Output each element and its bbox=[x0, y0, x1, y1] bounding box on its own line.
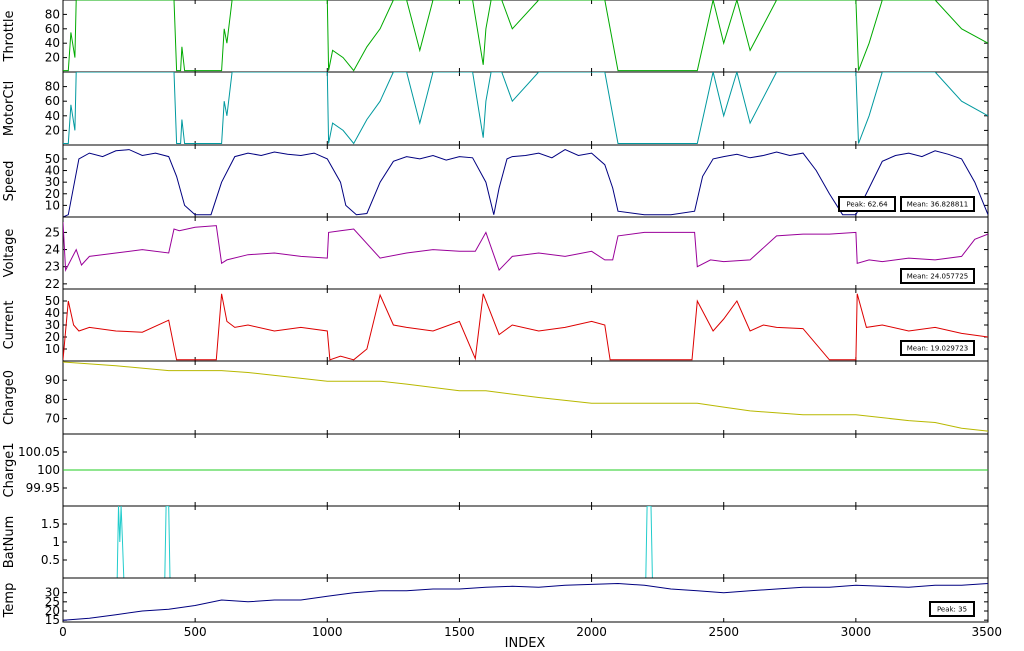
y-tick-label: 60 bbox=[45, 22, 60, 36]
panel-current: 1020304050 Current Mean: 19.029723 bbox=[2, 288, 989, 362]
y-tick-label: 80 bbox=[45, 80, 60, 94]
y-axis-label: Voltage bbox=[2, 229, 17, 278]
y-tick-label: 100 bbox=[37, 463, 60, 477]
y-axis-label: Temp bbox=[2, 583, 17, 619]
stat-box: Mean: 19.029723 bbox=[900, 340, 975, 356]
series-line-current bbox=[63, 293, 988, 361]
panel-motorctl: 20406080 MotorCtl bbox=[2, 71, 989, 146]
y-tick-label: 1.5 bbox=[41, 517, 60, 531]
y-tick-label: 40 bbox=[45, 36, 60, 50]
x-tick-label: 0 bbox=[59, 625, 67, 639]
panel-throttle: 20406080 Throttle bbox=[2, 0, 989, 73]
panel-frame bbox=[62, 0, 989, 73]
x-axis-label: INDEX bbox=[505, 636, 546, 651]
stat-box: Mean: 24.057725 bbox=[900, 268, 975, 284]
y-tick-label: 1 bbox=[52, 535, 60, 549]
y-tick-label: 24 bbox=[45, 243, 60, 257]
panel-charge0: 70 80 90 Charge0 bbox=[2, 360, 989, 435]
y-tick-label: 10 bbox=[45, 342, 60, 356]
x-tick-label: 2500 bbox=[708, 625, 739, 639]
panel-charge1: 99.95 100 100.05Charge1 bbox=[2, 433, 989, 507]
panel-voltage: 22 23 24 25 Voltage Mean: 24.057725 bbox=[2, 216, 989, 291]
x-tick-label: 3000 bbox=[841, 625, 872, 639]
series-line-charge0 bbox=[63, 361, 988, 432]
stat-box: Peak: 62.64 bbox=[838, 196, 896, 212]
stat-label: Mean: 36.828811 bbox=[907, 201, 969, 209]
panel-frame bbox=[62, 360, 989, 435]
stat-label: Peak: 62.64 bbox=[846, 201, 888, 209]
stat-label: Peak: 35 bbox=[937, 606, 967, 614]
x-tick-label: 1500 bbox=[444, 625, 475, 639]
y-tick-label: 20 bbox=[45, 123, 60, 137]
x-tick-label: 3500 bbox=[971, 625, 1002, 639]
x-tick-label: 2000 bbox=[576, 625, 607, 639]
series-line-temp bbox=[63, 582, 988, 621]
y-axis-label: MotorCtl bbox=[2, 81, 17, 136]
y-axis-label: Throttle bbox=[2, 11, 17, 63]
y-tick-label: 80 bbox=[45, 7, 60, 21]
panel-speed: 1020304050SpeedMean: 36.828811Peak: 62.6… bbox=[2, 144, 989, 218]
panel-temp: 15202530Temp Peak: 35 bbox=[2, 577, 989, 627]
y-tick-label: 70 bbox=[45, 412, 60, 426]
series-line-voltage bbox=[63, 222, 988, 272]
y-axis-label: Charge0 bbox=[2, 370, 17, 425]
y-tick-label: 80 bbox=[45, 392, 60, 406]
stat-box: Mean: 36.828811 bbox=[900, 196, 975, 212]
y-axis-label: Charge1 bbox=[2, 443, 17, 498]
y-tick-label: 20 bbox=[45, 330, 60, 344]
y-axis-label: Current bbox=[2, 301, 17, 350]
stat-label: Mean: 19.029723 bbox=[907, 345, 969, 353]
panel-batnum: 0.5 1 1.5 BatNum bbox=[2, 505, 989, 579]
y-tick-label: 100.05 bbox=[18, 445, 60, 459]
y-tick-label: 20 bbox=[45, 51, 60, 65]
y-tick-label: 40 bbox=[45, 109, 60, 123]
y-tick-label: 40 bbox=[45, 306, 60, 320]
y-tick-label: 30 bbox=[45, 318, 60, 332]
x-tick-label: 1000 bbox=[312, 625, 343, 639]
multi-panel-chart: 20406080Throttle20406080MotorCtl10203040… bbox=[2, 0, 1002, 651]
stat-label: Mean: 24.057725 bbox=[907, 273, 969, 281]
y-tick-label: 50 bbox=[45, 152, 60, 166]
y-tick-label: 50 bbox=[45, 294, 60, 308]
y-tick-label: 25 bbox=[45, 225, 60, 239]
y-tick-label: 23 bbox=[45, 260, 60, 274]
stat-box: Peak: 35 bbox=[929, 601, 975, 617]
y-tick-label: 90 bbox=[45, 373, 60, 387]
panel-frame bbox=[62, 577, 989, 623]
y-axis-label: Speed bbox=[2, 161, 17, 202]
y-tick-label: 99.95 bbox=[26, 481, 60, 495]
y-tick-label: 60 bbox=[45, 94, 60, 108]
y-axis-label: BatNum bbox=[2, 516, 17, 569]
panel-frame bbox=[62, 505, 989, 579]
panel-frame bbox=[62, 71, 989, 146]
panel-frame bbox=[62, 288, 989, 362]
series-line-batnum bbox=[63, 506, 988, 578]
x-tick-label: 500 bbox=[184, 625, 207, 639]
series-line-throttle bbox=[63, 0, 988, 72]
series-line-motorctl bbox=[63, 72, 988, 145]
y-tick-label: 30 bbox=[45, 586, 60, 600]
y-tick-label: 0.5 bbox=[41, 553, 60, 567]
panel-frame bbox=[62, 216, 989, 290]
y-tick-label: 22 bbox=[45, 277, 60, 291]
